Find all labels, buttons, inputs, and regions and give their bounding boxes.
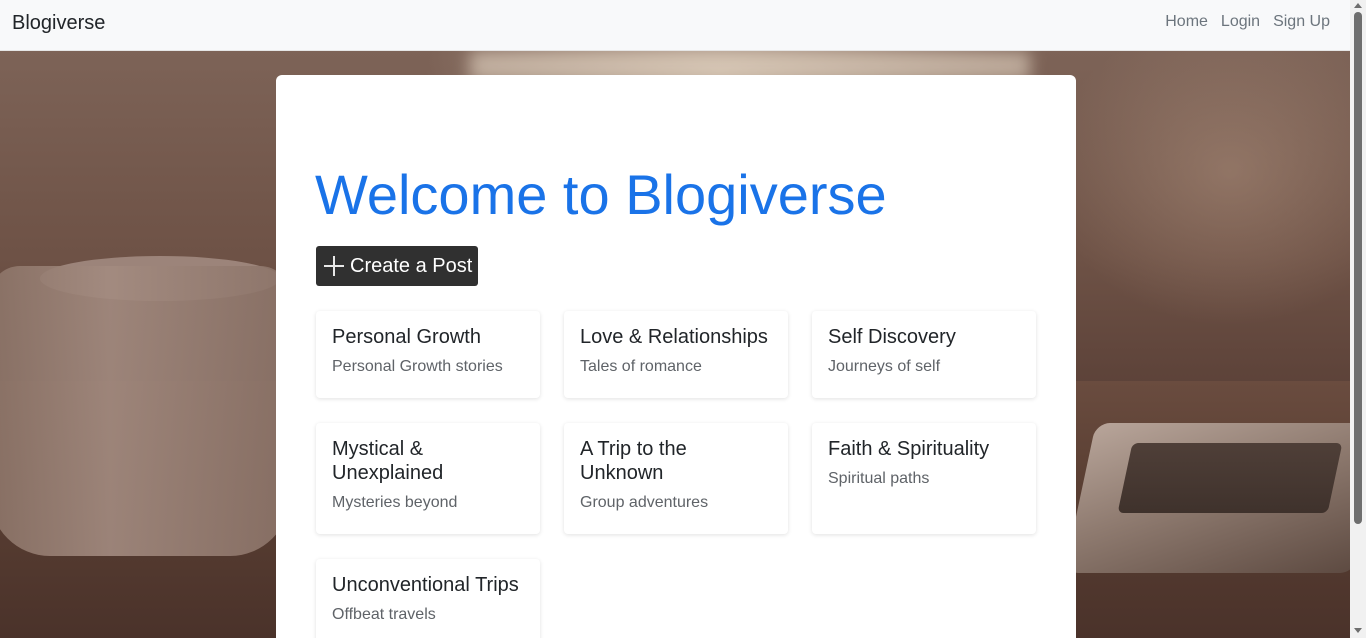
category-description: Mysteries beyond	[332, 494, 458, 511]
category-card-mystical-unexplained[interactable]: Mystical & Unexplained Mysteries beyond	[316, 423, 540, 534]
category-card-trip-to-unknown[interactable]: A Trip to the Unknown Group adventures	[564, 423, 788, 534]
category-description: Personal Growth stories	[332, 358, 503, 375]
nav-home-link[interactable]: Home	[1165, 13, 1208, 31]
nav-signup-link[interactable]: Sign Up	[1273, 13, 1330, 31]
vertical-scrollbar[interactable]	[1350, 0, 1366, 638]
category-card-faith-spirituality[interactable]: Faith & Spirituality Spiritual paths	[812, 423, 1036, 534]
scroll-down-arrow-icon[interactable]	[1354, 628, 1362, 633]
category-card-personal-growth[interactable]: Personal Growth Personal Growth stories	[316, 311, 540, 398]
category-description: Group adventures	[580, 494, 709, 511]
create-post-button[interactable]: Create a Post	[316, 246, 479, 286]
category-description: Journeys of self	[828, 358, 941, 375]
page-title: Welcome to Blogiverse	[315, 163, 887, 226]
category-card-love-relationships[interactable]: Love & Relationships Tales of romance	[564, 311, 788, 398]
create-post-label: Create a Post	[350, 254, 473, 277]
category-title: Unconventional Trips	[332, 574, 519, 596]
scrollbar-thumb[interactable]	[1354, 12, 1362, 524]
navbar: Blogiverse Home Login Sign Up	[0, 0, 1350, 51]
background-cup	[0, 266, 290, 556]
category-title: Love & Relationships	[580, 326, 768, 348]
category-card-unconventional-trips[interactable]: Unconventional Trips Offbeat travels	[316, 559, 540, 638]
plus-icon	[324, 256, 344, 276]
category-description: Spiritual paths	[828, 470, 930, 487]
category-title: Personal Growth	[332, 326, 481, 348]
page: Blogiverse Home Login Sign Up Welcome to…	[0, 0, 1366, 638]
nav-links: Home Login Sign Up	[1165, 13, 1330, 31]
category-title: Faith & Spirituality	[828, 438, 990, 460]
category-title: Self Discovery	[828, 326, 956, 348]
welcome-card: Welcome to Blogiverse Create a Post Pers…	[276, 75, 1076, 638]
brand-link[interactable]: Blogiverse	[12, 12, 105, 35]
nav-login-link[interactable]: Login	[1221, 13, 1260, 31]
category-title: Mystical & Unexplained	[332, 438, 444, 484]
category-description: Tales of romance	[580, 358, 702, 375]
category-description: Offbeat travels	[332, 606, 436, 623]
category-card-self-discovery[interactable]: Self Discovery Journeys of self	[812, 311, 1036, 398]
category-title: A Trip to the Unknown	[580, 438, 687, 484]
scroll-up-arrow-icon[interactable]	[1354, 3, 1362, 8]
background-phone-screen	[1117, 443, 1343, 513]
